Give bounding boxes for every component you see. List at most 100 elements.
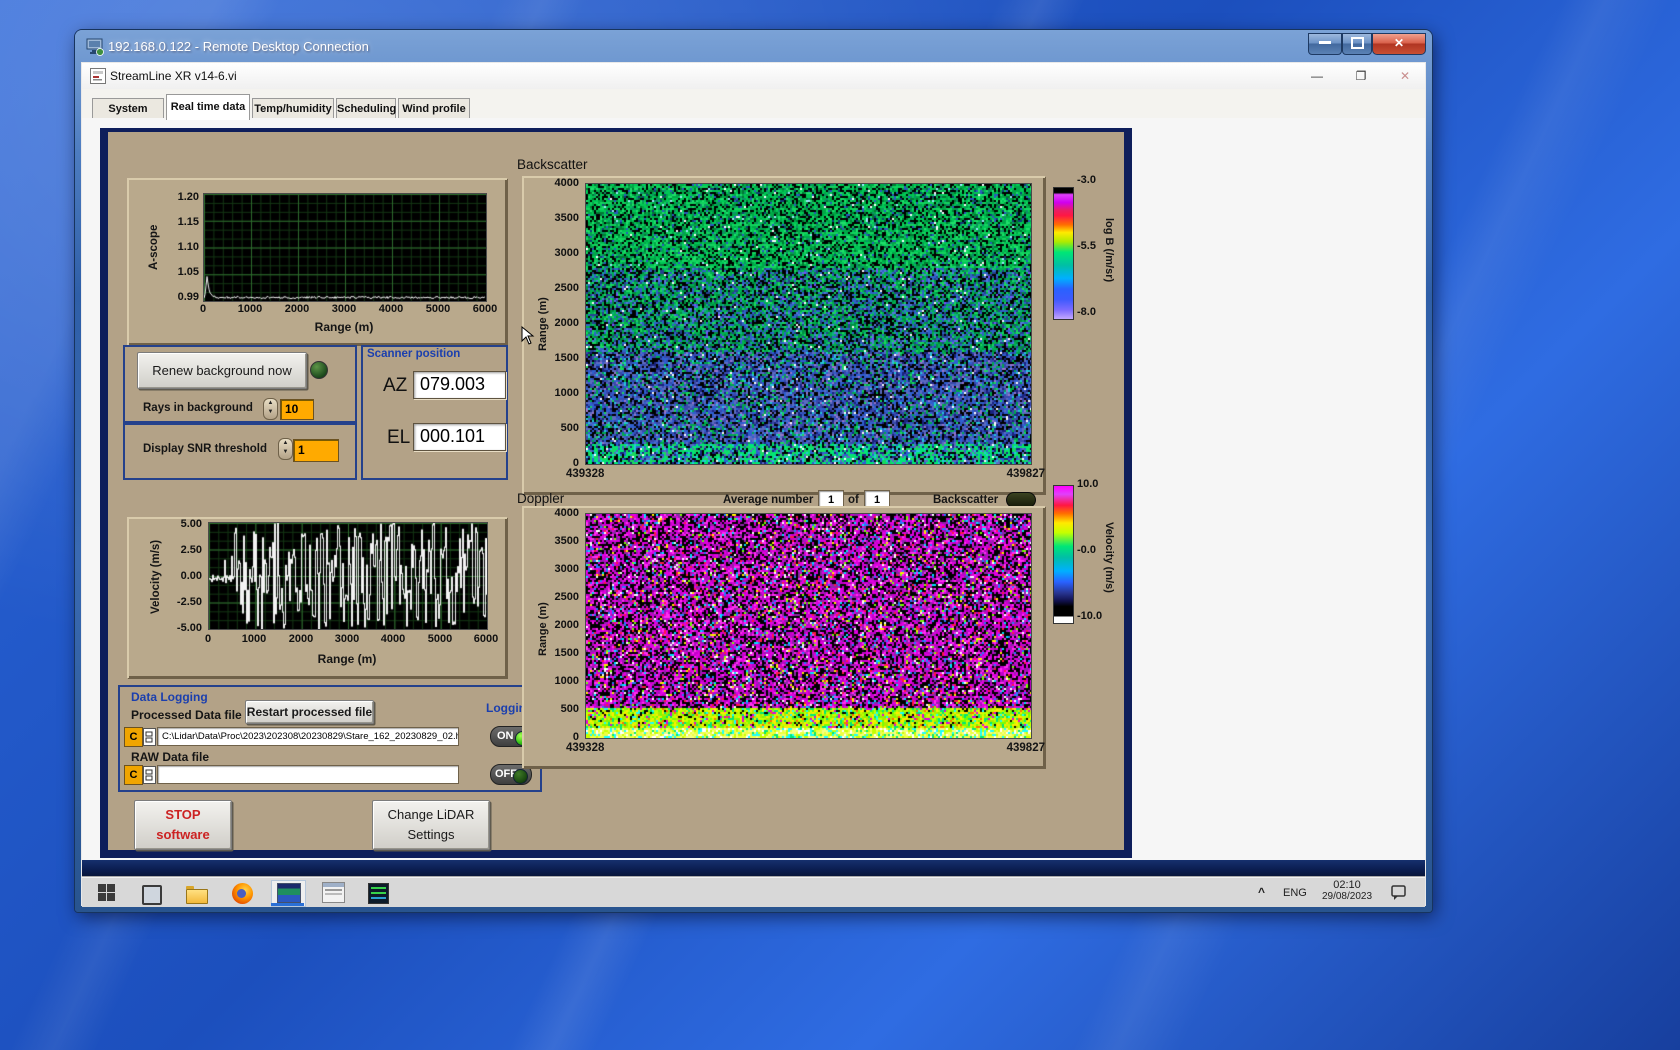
- backscatter-heatmap: [585, 183, 1032, 465]
- processed-drive-selector[interactable]: C: [124, 727, 143, 747]
- tab-system-setup[interactable]: System setup: [92, 98, 164, 135]
- velocity-xtick: 1000: [241, 633, 267, 645]
- ascope-xtick: 5000: [425, 303, 451, 315]
- rays-spinner[interactable]: ▲ ▼: [263, 398, 278, 420]
- firefox-icon[interactable]: [232, 883, 253, 904]
- hidden-icons-chevron[interactable]: ^: [1258, 885, 1265, 899]
- doppler-ytick: 2000: [554, 619, 579, 631]
- task-view-button[interactable]: [142, 885, 162, 905]
- remote-wallpaper-strip: [82, 860, 1425, 877]
- ascope-ytick: 1.20: [177, 191, 199, 203]
- ascope-ytick: 1.10: [177, 241, 199, 253]
- doppler-cb-label: -10.0: [1077, 610, 1103, 622]
- average-number-label: Average number: [723, 494, 814, 506]
- processed-path-field[interactable]: C:\Lidar\Data\Proc\2023\202308\20230829\…: [157, 727, 459, 746]
- rdp-icon: [86, 38, 104, 56]
- backscatter-cb-label: -8.0: [1077, 306, 1096, 318]
- backscatter-ytick: 2000: [554, 317, 579, 329]
- start-button[interactable]: [98, 884, 115, 901]
- backscatter-ytick: 4000: [554, 177, 579, 189]
- velocity-xtick: 6000: [473, 633, 499, 645]
- tab-wind-profile[interactable]: Wind profile: [398, 98, 470, 119]
- renew-led-indicator: [310, 361, 328, 379]
- stop-line1: STOP: [165, 807, 201, 822]
- velocity-ytick: 2.50: [180, 544, 202, 556]
- backscatter-toggle-label: Backscatter: [933, 494, 999, 506]
- raw-data-file-label: RAW Data file: [131, 750, 210, 764]
- raw-browse-icon[interactable]: [143, 766, 156, 784]
- rdp-close-button[interactable]: ✕: [1372, 33, 1426, 55]
- on-label: ON: [497, 730, 514, 742]
- clock-time[interactable]: 02:10: [1318, 879, 1376, 891]
- doppler-cb-label: 10.0: [1077, 478, 1099, 490]
- processed-browse-icon[interactable]: [143, 728, 156, 746]
- ascope-ytick: 1.15: [177, 216, 199, 228]
- doppler-heatmap: [585, 513, 1032, 739]
- scan-scheduler-icon[interactable]: [322, 882, 345, 903]
- velocity-ytick: 0.00: [180, 570, 202, 582]
- snr-spinner[interactable]: ▲ ▼: [278, 438, 293, 460]
- ascope-plot: [203, 193, 487, 302]
- active-app-indicator: [271, 903, 304, 906]
- ascope-ytick: 1.05: [177, 266, 199, 278]
- scanner-position-title: Scanner position: [367, 348, 461, 360]
- tab-temp-humidity[interactable]: Temp/humidity: [252, 98, 334, 119]
- el-value-display: 000.101: [413, 423, 506, 451]
- doppler-ytick: 1500: [554, 647, 579, 659]
- velocity-ytick: -2.50: [176, 596, 202, 608]
- doppler-colorbar: [1053, 485, 1074, 624]
- backscatter-colorbar: [1053, 187, 1074, 320]
- rdp-maximize-button[interactable]: [1342, 33, 1372, 55]
- raw-path-field[interactable]: [157, 765, 459, 784]
- velocity-xtick: 2000: [288, 633, 314, 645]
- tab-real-time-data[interactable]: Real time data: [166, 94, 250, 120]
- language-indicator[interactable]: ENG: [1283, 887, 1307, 899]
- data-logging-title: Data Logging: [131, 690, 208, 704]
- ascope-xtick: 2000: [284, 303, 310, 315]
- app-restore-button[interactable]: ❐: [1348, 69, 1374, 85]
- backscatter-cb-label: -3.0: [1077, 174, 1096, 186]
- ascope-xtick: 4000: [378, 303, 404, 315]
- velocity-xtick: 5000: [427, 633, 453, 645]
- restart-processed-file-button[interactable]: Restart processed file: [245, 700, 374, 724]
- mouse-cursor: [521, 325, 535, 351]
- snr-value-field[interactable]: 1: [293, 439, 339, 462]
- raw-drive-selector[interactable]: C: [124, 765, 143, 785]
- app-icon-green-lines[interactable]: [368, 883, 389, 904]
- ascope-xlabel: Range (m): [314, 320, 374, 334]
- doppler-x-left: 439328: [566, 742, 605, 754]
- doppler-ytick: 1000: [554, 675, 579, 687]
- doppler-ytick: 3500: [554, 535, 579, 547]
- backscatter-ytick: 3500: [554, 212, 579, 224]
- doppler-ytick: 2500: [554, 591, 579, 603]
- tab-scheduling[interactable]: Scheduling: [336, 98, 396, 119]
- velocity-xtick: 3000: [334, 633, 360, 645]
- doppler-x-right: 439827: [1006, 742, 1045, 754]
- ascope-xtick: 6000: [472, 303, 498, 315]
- change-lidar-settings-button[interactable]: Change LiDAR Settings: [372, 800, 490, 850]
- stop-software-button[interactable]: STOP software: [134, 800, 232, 850]
- renew-background-button[interactable]: Renew background now: [137, 352, 307, 389]
- rdp-minimize-button[interactable]: [1308, 33, 1342, 55]
- off-led: [513, 768, 528, 784]
- clock-date[interactable]: 29/08/2023: [1314, 891, 1380, 902]
- file-explorer-icon[interactable]: [186, 886, 208, 904]
- stop-line2: software: [156, 827, 210, 842]
- app-close-button[interactable]: ✕: [1392, 69, 1418, 85]
- change-line1: Change LiDAR: [387, 807, 475, 822]
- doppler-colorbar-unit: Velocity (m/s): [1103, 522, 1115, 593]
- doppler-ytick: 3000: [554, 563, 579, 575]
- change-line2: Settings: [407, 827, 455, 842]
- velocity-ytick: 5.00: [180, 518, 202, 530]
- backscatter-ytick: 1500: [554, 352, 579, 364]
- rays-value-field[interactable]: 10: [280, 399, 314, 420]
- velocity-xtick: 4000: [380, 633, 406, 645]
- backscatter-ytick: 1000: [554, 387, 579, 399]
- rdp-window-title: 192.168.0.122 - Remote Desktop Connectio…: [108, 39, 369, 54]
- notification-center-icon[interactable]: [1390, 884, 1408, 906]
- screen: 192.168.0.122 - Remote Desktop Connectio…: [0, 0, 1680, 1050]
- backscatter-ytick: 2500: [554, 282, 579, 294]
- streamline-app-icon: [277, 883, 301, 903]
- app-minimize-button[interactable]: —: [1304, 69, 1330, 85]
- app-vi-icon: [90, 68, 106, 84]
